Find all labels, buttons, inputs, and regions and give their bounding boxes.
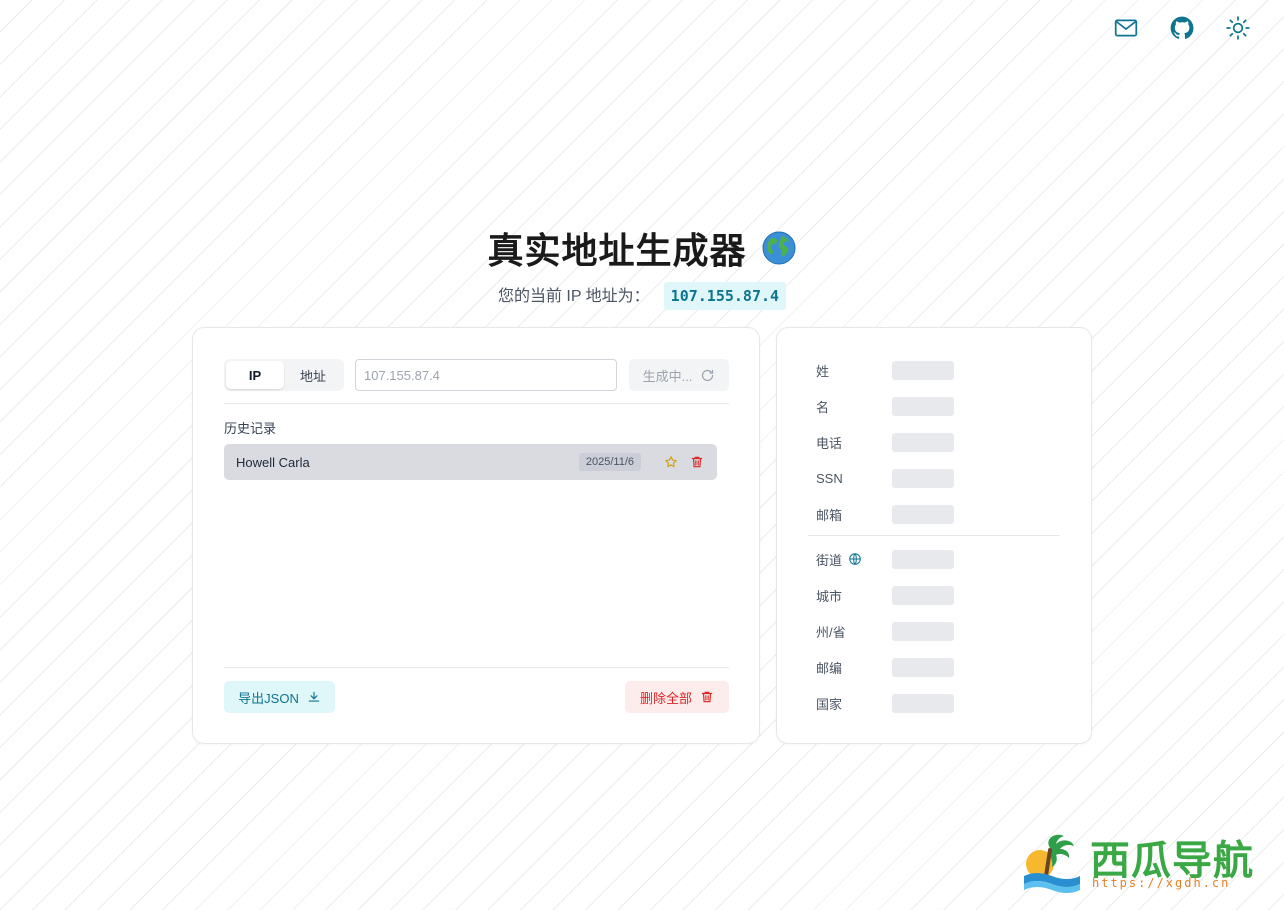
field-value-placeholder: [892, 657, 954, 677]
field-label: 姓: [816, 363, 830, 379]
github-button[interactable]: [1168, 14, 1196, 42]
field-label: 国家: [816, 696, 843, 712]
top-toolbar: [1112, 14, 1252, 42]
field-label: 邮箱: [816, 507, 843, 523]
field-value-placeholder: [892, 585, 954, 605]
divider: [224, 403, 729, 404]
current-ip-badge: 107.155.87.4: [663, 282, 787, 310]
field-ssn: SSN: [816, 468, 954, 488]
history-item[interactable]: Howell Carla 2025/11/6: [224, 444, 717, 480]
tab-address[interactable]: 地址: [284, 361, 342, 389]
tab-ip[interactable]: IP: [226, 361, 284, 389]
field-street: 街道: [816, 549, 954, 569]
export-json-label: 导出JSON: [238, 690, 299, 706]
field-country: 国家: [816, 693, 954, 713]
field-first-name: 名: [816, 396, 954, 416]
mail-button[interactable]: [1112, 14, 1140, 42]
field-phone: 电话: [816, 432, 954, 452]
field-city: 城市: [816, 585, 954, 605]
export-json-button[interactable]: 导出JSON: [224, 681, 335, 713]
field-label: 街道: [816, 552, 843, 568]
globe-icon: [762, 231, 795, 265]
watermark-url: https://xgdh.cn: [1092, 876, 1231, 890]
generator-panel: IP 地址 生成中... 历史记录 Howell Carla 2025/11/6…: [192, 327, 760, 744]
mail-icon: [1114, 19, 1138, 37]
delete-all-label: 删除全部: [639, 690, 692, 706]
refresh-icon: [702, 369, 714, 381]
current-ip-label: 您的当前 IP 地址为：: [497, 288, 650, 305]
field-label: 城市: [816, 588, 843, 604]
delete-item-button[interactable]: [689, 454, 705, 470]
palm-island-icon: [1024, 834, 1080, 893]
page-title-text: 真实地址生成器: [487, 230, 747, 271]
field-value-placeholder: [892, 549, 954, 569]
ip-input[interactable]: [355, 359, 617, 391]
history-item-date: 2025/11/6: [578, 453, 641, 471]
generate-button-label: 生成中...: [642, 368, 693, 384]
field-label: 邮编: [816, 660, 843, 676]
trash-icon: [701, 691, 713, 703]
trash-icon: [691, 456, 703, 468]
github-icon: [1170, 16, 1194, 39]
theme-toggle-button[interactable]: [1224, 14, 1252, 42]
watermark-logo: 西瓜导航 https://xgdh.cn: [1020, 824, 1270, 894]
star-icon: [665, 456, 677, 468]
field-email: 邮箱: [816, 504, 954, 524]
sun-icon: [1226, 16, 1250, 40]
field-label: 州/省: [816, 624, 846, 640]
field-value-placeholder: [892, 693, 954, 713]
field-state: 州/省: [816, 621, 954, 641]
field-label-street: 街道: [816, 550, 892, 569]
divider: [224, 667, 729, 668]
download-icon: [308, 691, 320, 702]
field-value-placeholder: [892, 396, 954, 416]
field-label: 名: [816, 399, 830, 415]
current-ip-line: 您的当前 IP 地址为： 107.155.87.4: [0, 282, 1284, 310]
delete-all-button[interactable]: 删除全部: [625, 681, 729, 713]
field-value-placeholder: [892, 504, 954, 524]
mode-toggle: IP 地址: [224, 359, 344, 391]
field-value-placeholder: [892, 468, 954, 488]
favorite-button[interactable]: [663, 454, 679, 470]
field-label: SSN: [816, 470, 843, 486]
globe-link-icon[interactable]: [848, 552, 862, 566]
history-item-name: Howell Carla: [236, 454, 310, 470]
page-title: 真实地址生成器: [487, 222, 796, 274]
field-value-placeholder: [892, 432, 954, 452]
field-label: 电话: [816, 435, 843, 451]
generate-button[interactable]: 生成中...: [629, 359, 729, 391]
field-zip: 邮编: [816, 657, 954, 677]
details-panel: 姓 名 电话 SSN 邮箱 街道 城市 州/省 邮编 国家: [776, 327, 1092, 744]
field-last-name: 姓: [816, 360, 954, 380]
history-label: 历史记录: [224, 421, 277, 436]
field-value-placeholder: [892, 621, 954, 641]
field-value-placeholder: [892, 360, 954, 380]
page-header: 真实地址生成器: [0, 222, 1284, 274]
divider: [808, 535, 1060, 536]
